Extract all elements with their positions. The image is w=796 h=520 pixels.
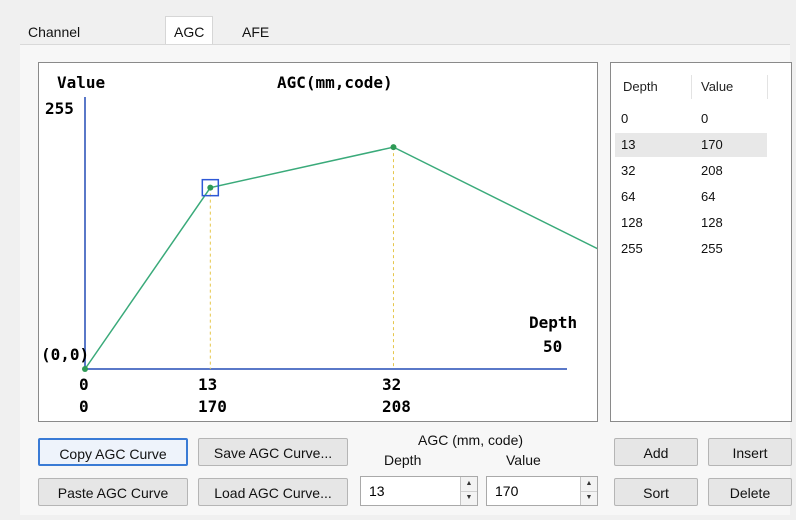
up-arrow-icon[interactable]: ▲ [461, 477, 477, 492]
sort-button[interactable]: Sort [614, 478, 698, 506]
row-depth: 32 [621, 163, 636, 178]
list-row[interactable]: 0 0 [615, 107, 767, 131]
row-value: 170 [701, 137, 723, 152]
value-tick-label: 0 [79, 397, 89, 416]
row-depth: 13 [621, 137, 636, 152]
row-depth: 255 [621, 241, 643, 256]
value-tick-label: 208 [382, 397, 411, 416]
row-value: 0 [701, 111, 709, 126]
column-header-value[interactable]: Value [701, 79, 733, 94]
value-spin-arrows: ▲ ▼ [580, 477, 597, 505]
curve-point[interactable] [207, 184, 214, 191]
list-row[interactable]: 128 128 [615, 211, 767, 235]
agc-label: AGC (mm, code) [418, 432, 524, 448]
down-arrow-icon[interactable]: ▼ [581, 491, 597, 505]
agc-curve-line [84, 146, 597, 370]
depth-label: Depth [384, 452, 422, 468]
curve-point[interactable] [390, 144, 397, 151]
depth-spinbox[interactable]: 13 ▲ ▼ [360, 476, 478, 506]
list-row[interactable]: 64 64 [615, 185, 767, 209]
load-agc-curve-button[interactable]: Load AGC Curve... [198, 478, 348, 506]
add-button[interactable]: Add [614, 438, 698, 466]
delete-button[interactable]: Delete [708, 478, 792, 506]
tab-afe[interactable]: AFE [234, 18, 277, 46]
copy-agc-curve-button[interactable]: Copy AGC Curve [38, 438, 188, 466]
depth-tick-label: 0 [79, 375, 89, 394]
row-depth: 128 [621, 215, 643, 230]
insert-button[interactable]: Insert [708, 438, 792, 466]
origin-label: (0,0) [41, 345, 90, 364]
row-depth: 0 [621, 111, 629, 126]
row-value: 128 [701, 215, 723, 230]
y-max-label: 255 [45, 99, 74, 118]
x-max-label: 50 [543, 337, 563, 356]
agc-point-list[interactable]: Depth Value 0 0 13 170 32 208 64 64 128 … [610, 62, 792, 422]
depth-spinbox-value[interactable]: 13 [369, 483, 385, 499]
list-row[interactable]: 255 255 [615, 237, 767, 261]
value-tick-label: 170 [198, 397, 227, 416]
tab-agc[interactable]: AGC [165, 16, 214, 47]
list-header: Depth Value [611, 75, 769, 99]
row-depth: 64 [621, 189, 636, 204]
agc-chart[interactable]: Value 255 AGC(mm,code) (0,0) Depth 50 0 … [38, 62, 598, 422]
list-row[interactable]: 32 208 [615, 159, 767, 183]
row-value: 64 [701, 189, 716, 204]
row-value: 255 [701, 241, 723, 256]
down-arrow-icon[interactable]: ▼ [461, 491, 477, 505]
y-axis-label: Value [57, 73, 106, 92]
curve-point[interactable] [82, 366, 88, 372]
value-spinbox-value[interactable]: 170 [495, 483, 518, 499]
tab-channel-mapping[interactable]: Channel mapping [20, 18, 90, 68]
save-agc-curve-button[interactable]: Save AGC Curve... [198, 438, 348, 466]
agc-chart-plot[interactable] [39, 63, 597, 421]
up-arrow-icon[interactable]: ▲ [581, 477, 597, 492]
value-label: Value [506, 452, 541, 468]
column-header-depth[interactable]: Depth [623, 79, 658, 94]
row-value: 208 [701, 163, 723, 178]
depth-tick-label: 32 [382, 375, 402, 394]
x-axis-label: Depth [529, 313, 578, 332]
paste-agc-curve-button[interactable]: Paste AGC Curve [38, 478, 188, 506]
depth-spin-arrows: ▲ ▼ [460, 477, 477, 505]
value-spinbox[interactable]: 170 ▲ ▼ [486, 476, 598, 506]
chart-title: AGC(mm,code) [277, 73, 393, 92]
depth-tick-label: 13 [198, 375, 218, 394]
list-row-selected[interactable]: 13 170 [615, 133, 767, 157]
